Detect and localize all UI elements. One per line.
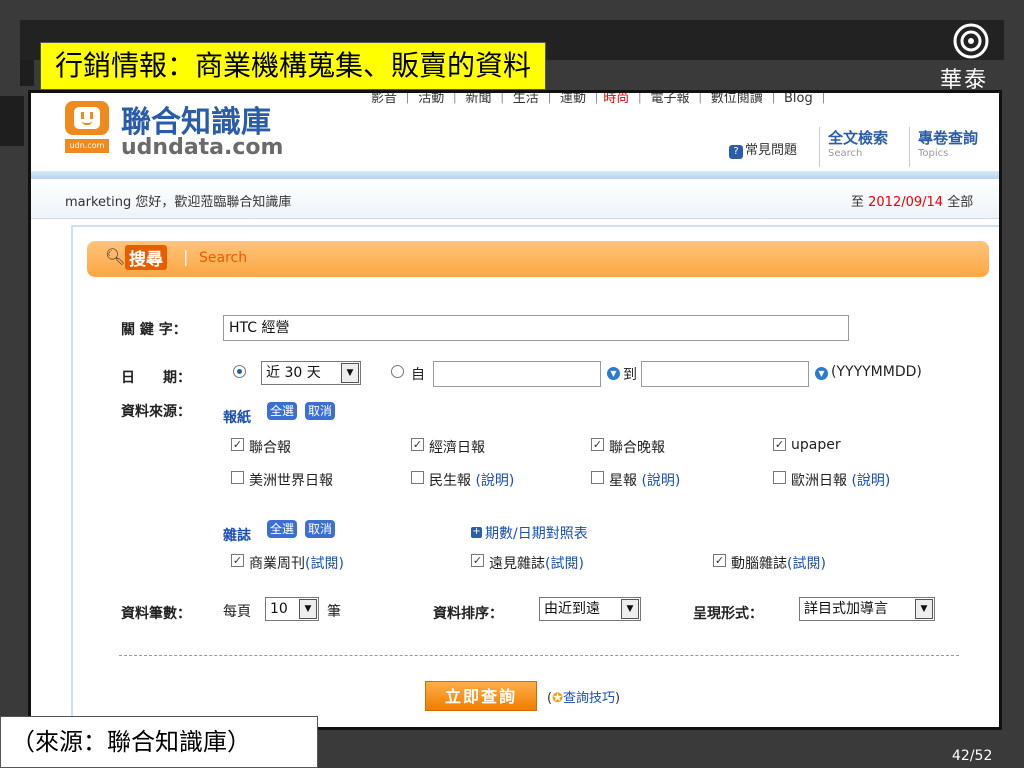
search-title: 搜尋 — [125, 245, 167, 270]
keyword-label: 關 鍵 字： — [121, 322, 187, 338]
source-label: 資料來源： — [121, 404, 191, 420]
per-page-unit: 筆 — [327, 604, 341, 620]
checkbox-udn[interactable]: ✓ — [231, 438, 244, 451]
date-format-hint: (YYYYMMDD) — [831, 364, 922, 380]
source-caption: （來源：聯合知識庫） — [0, 716, 318, 768]
welcome-text: marketing 您好，歡迎蒞臨聯合知識庫 — [65, 195, 292, 210]
plus-icon: + — [471, 526, 482, 538]
date-info: 至 2012/09/14 全部 — [851, 195, 974, 210]
issue-date-table-link[interactable]: 期數/日期對照表 — [485, 523, 588, 543]
date-label: 日 期： — [121, 370, 191, 386]
search-header: 🔍︎ 搜尋 | Search — [87, 241, 989, 277]
chevron-down-icon: ▼ — [341, 363, 359, 383]
checkbox-star-news[interactable] — [591, 471, 604, 484]
site-url: udndata.com — [121, 135, 284, 160]
publisher-logo-icon — [953, 23, 989, 59]
site-logo[interactable]: udn.com 聯合知識庫 udndata.com — [65, 99, 325, 165]
newspaper-label: 聯合報 — [249, 440, 291, 456]
page-number: 42/52 — [952, 748, 993, 764]
magnifier-icon: 🔍︎ — [105, 247, 126, 266]
checkbox-min-sheng[interactable] — [411, 471, 424, 484]
sort-select[interactable]: 由近到遠 ▼ — [539, 597, 641, 621]
checkbox-business-weekly[interactable]: ✓ — [231, 554, 244, 567]
search-tips-link[interactable]: (✪查詢技巧) — [547, 687, 620, 706]
tab-topics[interactable]: 專卷查詢 Topics — [909, 127, 978, 167]
checkbox-global-views[interactable]: ✓ — [471, 554, 484, 567]
format-label: 呈現形式： — [693, 606, 763, 622]
newspaper-group-label: 報紙 — [223, 410, 251, 426]
tab-fulltext-search[interactable]: 全文檢索 Search — [819, 127, 888, 167]
checkbox-upaper[interactable]: ✓ — [773, 438, 786, 451]
checkbox-economic-daily[interactable]: ✓ — [411, 438, 424, 451]
custom-date-radio[interactable] — [391, 365, 404, 378]
header-divider — [31, 171, 999, 179]
checkbox-europe-journal[interactable] — [773, 471, 786, 484]
decor-block — [20, 60, 34, 86]
calendar-icon[interactable]: ▼ — [815, 367, 828, 380]
checkbox-world-journal[interactable] — [231, 471, 244, 484]
date-range-select[interactable]: 近 30 天 ▼ — [261, 361, 361, 385]
per-page-select[interactable]: 10 ▼ — [265, 597, 319, 621]
search-submit-button[interactable]: 立即查詢 — [425, 681, 537, 711]
newspaper-label: 星報 (說明) — [609, 473, 681, 489]
count-label: 資料筆數： — [121, 606, 191, 622]
newspaper-select-all[interactable]: 全選 — [267, 402, 298, 420]
faq-link[interactable]: ? 常見問題 — [729, 139, 797, 159]
sort-label: 資料排序： — [433, 606, 503, 622]
to-date-input[interactable] — [641, 361, 809, 387]
decor-block — [0, 96, 24, 146]
search-subtitle: Search — [199, 250, 248, 266]
per-page-label: 每頁 — [223, 604, 251, 620]
outlet-logo-icon — [65, 101, 109, 135]
slide-title: 行銷情報：商業機構蒐集、販賣的資料 — [40, 42, 547, 90]
star-icon: ✪ — [552, 691, 563, 706]
newspaper-label: upaper — [791, 437, 841, 453]
chevron-down-icon: ▼ — [621, 599, 639, 619]
udn-tag: udn.com — [65, 139, 109, 153]
newspaper-cancel[interactable]: 取消 — [305, 402, 336, 420]
divider: | — [183, 247, 189, 266]
top-nav-links[interactable]: 影音 ｜ 活動 ｜ 新聞 ｜ 生活 ｜ 運動 ｜時尚 ｜ 電子報 ｜ 數位閱讀 … — [371, 93, 830, 106]
checkbox-evening-news[interactable]: ✓ — [591, 438, 604, 451]
newspaper-label: 歐洲日報 (說明) — [791, 473, 891, 489]
website-screenshot: 影音 ｜ 活動 ｜ 新聞 ｜ 生活 ｜ 運動 ｜時尚 ｜ 電子報 ｜ 數位閱讀 … — [28, 90, 1002, 730]
magazine-cancel[interactable]: 取消 — [305, 520, 336, 538]
from-label: 自 — [411, 367, 425, 383]
format-select[interactable]: 詳目式加導言 ▼ — [799, 597, 935, 621]
chevron-down-icon: ▼ — [915, 599, 933, 619]
newspaper-label: 聯合晚報 — [609, 440, 665, 456]
chevron-down-icon: ▼ — [299, 599, 317, 619]
keyword-input[interactable]: HTC 經營 — [223, 315, 849, 341]
newspaper-label: 經濟日報 — [429, 440, 485, 456]
help-icon: ? — [729, 145, 743, 159]
checkbox-brain-magazine[interactable]: ✓ — [713, 554, 726, 567]
magazine-select-all[interactable]: 全選 — [267, 520, 298, 538]
magazine-label: 動腦雜誌(試閱) — [731, 556, 826, 572]
magazine-label: 遠見雜誌(試閱) — [489, 556, 584, 572]
to-label: 到 — [623, 367, 637, 383]
newspaper-label: 民生報 (說明) — [429, 473, 515, 489]
from-date-input[interactable] — [433, 361, 601, 387]
welcome-bar: marketing 您好，歡迎蒞臨聯合知識庫 至 2012/09/14 全部 — [31, 179, 999, 219]
calendar-icon[interactable]: ▼ — [607, 367, 620, 380]
magazine-group-label: 雜誌 — [223, 528, 251, 544]
divider — [119, 655, 959, 656]
date-range-radio[interactable] — [233, 365, 246, 378]
magazine-label: 商業周刊(試閱) — [249, 556, 344, 572]
search-panel: 🔍︎ 搜尋 | Search 關 鍵 字： HTC 經營 日 期： 近 30 天… — [71, 225, 999, 727]
newspaper-label: 美洲世界日報 — [249, 473, 333, 489]
